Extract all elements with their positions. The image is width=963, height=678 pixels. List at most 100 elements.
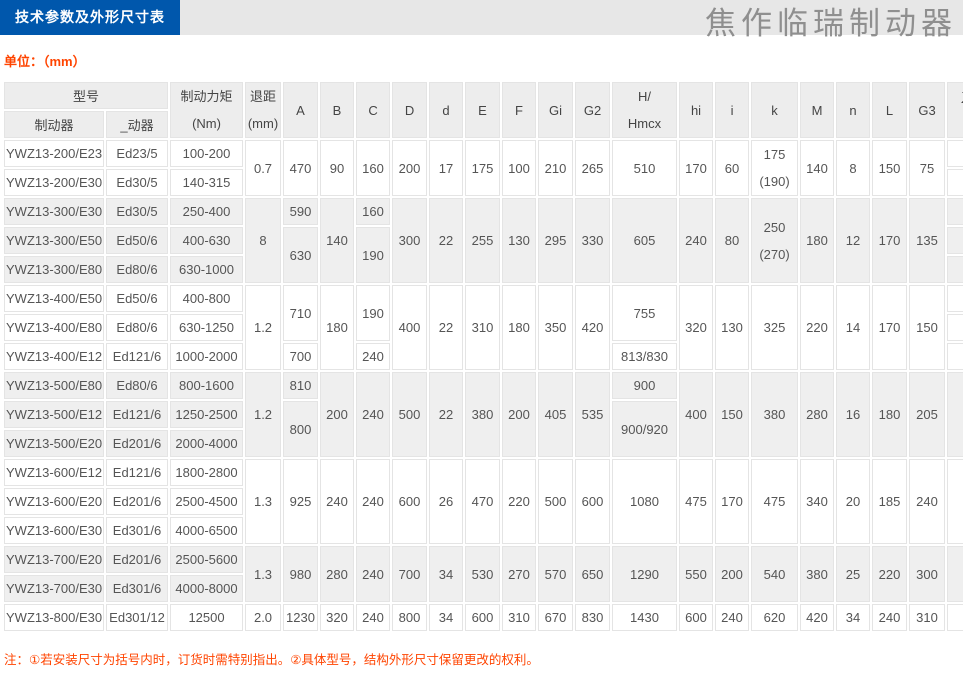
table-header-cell: C bbox=[356, 82, 390, 138]
table-cell: 1.3 bbox=[245, 546, 281, 602]
table-cell: YWZ13-500/E121 bbox=[4, 401, 104, 428]
table-cell: 320 bbox=[679, 285, 713, 370]
table-header-cell: L bbox=[872, 82, 907, 138]
table-cell: 650 bbox=[575, 546, 610, 602]
table-cell: 43 bbox=[947, 169, 963, 196]
table-cell: 17 bbox=[429, 140, 463, 196]
table-cell: 92 bbox=[947, 256, 963, 283]
table-cell: 350 bbox=[538, 285, 573, 370]
table-cell: 400-800 bbox=[170, 285, 243, 312]
table-cell: 900/920 bbox=[612, 401, 677, 457]
table-cell: Ed121/6 bbox=[106, 459, 168, 486]
table-cell: 510 bbox=[612, 140, 677, 196]
table-cell: 800 bbox=[392, 604, 427, 631]
table-header-cell: G3 bbox=[909, 82, 945, 138]
table-cell: 240 bbox=[909, 459, 945, 544]
table-cell: 200 bbox=[715, 546, 749, 602]
table-cell: 150 bbox=[909, 285, 945, 370]
table-cell: 240 bbox=[356, 604, 390, 631]
table-header-cell: D bbox=[392, 82, 427, 138]
table-cell: 305 bbox=[947, 459, 963, 544]
table-cell: YWZ13-400/E50 bbox=[4, 285, 104, 312]
table-cell: YWZ13-300/E30 bbox=[4, 198, 104, 225]
table-cell: 185 bbox=[872, 459, 907, 544]
spec-table-head: 型号制动力矩(Nm)退距(mm)ABCDdEFGiG2H/HmcxhiikMnL… bbox=[4, 82, 963, 138]
table-cell: 1290 bbox=[612, 546, 677, 602]
table-header-cell: i bbox=[715, 82, 749, 138]
table-cell: 400 bbox=[392, 285, 427, 370]
table-cell: 1.2 bbox=[245, 285, 281, 370]
table-header-cell: Gi bbox=[538, 82, 573, 138]
table-cell: 605 bbox=[612, 198, 677, 283]
table-cell: Ed201/6 bbox=[106, 488, 168, 515]
table-cell: 500 bbox=[392, 372, 427, 457]
table-cell: 220 bbox=[502, 459, 536, 544]
table-cell: 160 bbox=[356, 198, 390, 225]
table-cell: 32 bbox=[947, 140, 963, 167]
table-cell: 16 bbox=[836, 372, 870, 457]
table-cell: 22 bbox=[429, 285, 463, 370]
table-cell: 175(190) bbox=[751, 140, 798, 196]
table-cell: 25 bbox=[836, 546, 870, 602]
table-header-cell: 型号 bbox=[4, 82, 168, 109]
table-cell: YWZ13-700/E201 bbox=[4, 546, 104, 573]
table-cell: 800-1600 bbox=[170, 372, 243, 399]
table-row: YWZ13-500/E80Ed80/6800-16001.28102002405… bbox=[4, 372, 963, 399]
table-cell: 1000-2000 bbox=[170, 343, 243, 370]
table-cell: 170 bbox=[715, 459, 749, 544]
table-cell: Ed23/5 bbox=[106, 140, 168, 167]
table-cell: 1430 bbox=[612, 604, 677, 631]
table-cell: 0.7 bbox=[245, 140, 281, 196]
table-header-cell: M bbox=[800, 82, 834, 138]
table-cell: Ed30/5 bbox=[106, 169, 168, 196]
table-cell: 140 bbox=[320, 198, 354, 283]
brand-watermark: 焦作临瑞制动器 bbox=[705, 0, 957, 43]
table-cell: 210 bbox=[538, 140, 573, 196]
table-cell: 475 bbox=[751, 459, 798, 544]
table-cell: 700 bbox=[392, 546, 427, 602]
table-cell: 180 bbox=[320, 285, 354, 370]
table-cell: 190 bbox=[356, 285, 390, 341]
table-cell: 400-630 bbox=[170, 227, 243, 254]
table-cell: 34 bbox=[836, 604, 870, 631]
table-header-cell: 制动力矩(Nm) bbox=[170, 82, 243, 138]
table-cell: 1230 bbox=[283, 604, 318, 631]
table-cell: 710 bbox=[283, 285, 318, 341]
table-cell: 175 bbox=[465, 140, 500, 196]
table-cell: Ed201/6 bbox=[106, 546, 168, 573]
table-header-cell: E bbox=[465, 82, 500, 138]
table-cell: 600 bbox=[679, 604, 713, 631]
table-cell: 65 bbox=[947, 198, 963, 225]
table-cell: 240 bbox=[320, 459, 354, 544]
table-cell: 830 bbox=[575, 604, 610, 631]
table-cell: YWZ13-400/E121 bbox=[4, 343, 104, 370]
table-header-cell: hi bbox=[679, 82, 713, 138]
table-cell: 380 bbox=[465, 372, 500, 457]
table-cell: YWZ13-600/E121 bbox=[4, 459, 104, 486]
table-cell: 340 bbox=[800, 459, 834, 544]
table-cell: 250-400 bbox=[170, 198, 243, 225]
table-cell: 755 bbox=[612, 285, 677, 341]
table-cell: 540 bbox=[751, 546, 798, 602]
table-cell: 200 bbox=[392, 140, 427, 196]
table-cell: 240 bbox=[356, 343, 390, 370]
table-cell: 34 bbox=[429, 604, 463, 631]
table-cell: 470 bbox=[465, 459, 500, 544]
table-cell: 2.0 bbox=[245, 604, 281, 631]
table-cell: 170 bbox=[872, 198, 907, 283]
table-cell: YWZ13-600/E301 bbox=[4, 517, 104, 544]
table-cell: Ed121/6 bbox=[106, 401, 168, 428]
table-cell: 310 bbox=[465, 285, 500, 370]
table-cell: 22 bbox=[429, 198, 463, 283]
table-cell: YWZ13-700/E301 bbox=[4, 575, 104, 602]
table-cell: 180 bbox=[502, 285, 536, 370]
table-cell: 200 bbox=[320, 372, 354, 457]
table-cell: 22 bbox=[429, 372, 463, 457]
spec-table: 型号制动力矩(Nm)退距(mm)ABCDdEFGiG2H/HmcxhiikMnL… bbox=[2, 80, 963, 633]
table-cell: 240 bbox=[356, 459, 390, 544]
page-title: 技术参数及外形尺寸表 bbox=[0, 0, 180, 35]
table-cell: 310 bbox=[909, 604, 945, 631]
table-cell: 280 bbox=[320, 546, 354, 602]
table-cell: 1080 bbox=[612, 459, 677, 544]
table-cell: 4000-8000 bbox=[170, 575, 243, 602]
